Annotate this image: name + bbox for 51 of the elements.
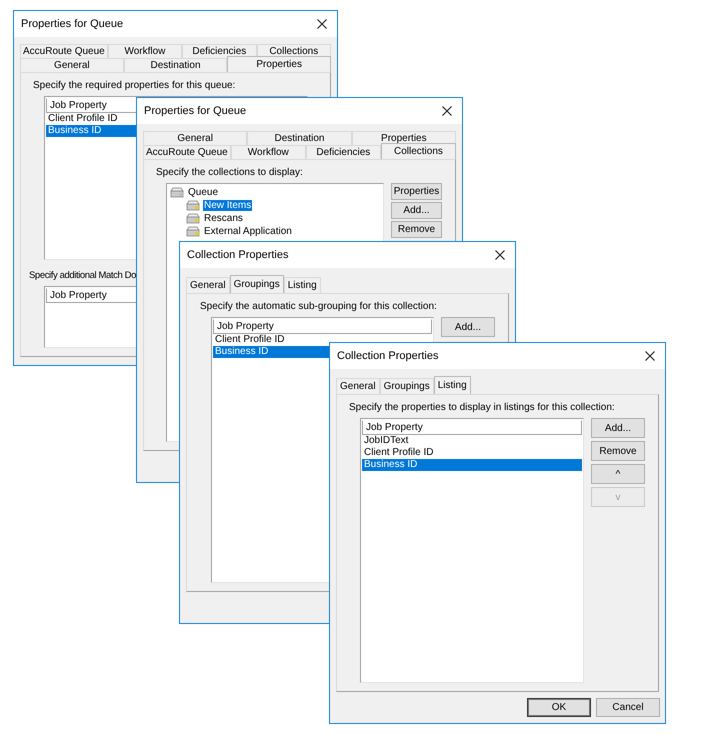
tree-item[interactable]: Queue xyxy=(187,187,220,198)
tab[interactable]: Collections xyxy=(380,143,456,159)
column-header[interactable]: Job Property xyxy=(362,420,582,435)
action-button[interactable]: Add... xyxy=(591,418,645,438)
tab[interactable]: Workflow xyxy=(108,44,182,58)
close-icon[interactable] xyxy=(495,250,505,260)
list-item[interactable]: Business ID xyxy=(362,459,582,471)
close-icon[interactable] xyxy=(645,351,655,361)
instruction-text: Specify additional Match Do xyxy=(29,270,137,281)
tab[interactable]: Groupings xyxy=(230,275,284,293)
close-icon[interactable] xyxy=(442,106,452,116)
tree-item[interactable]: Rescans xyxy=(203,213,244,224)
tab[interactable]: Destination xyxy=(124,58,228,72)
tree-item[interactable]: External Application xyxy=(203,226,293,237)
dialog-button[interactable]: OK xyxy=(527,698,591,717)
tab[interactable]: General xyxy=(20,58,124,72)
action-button[interactable]: ^ xyxy=(591,464,645,484)
window-title: Properties for Queue xyxy=(21,18,124,30)
close-icon[interactable] xyxy=(317,19,327,29)
tray-icon xyxy=(186,213,200,224)
tab[interactable]: Listing xyxy=(284,277,321,293)
tab[interactable]: General xyxy=(186,277,230,293)
column-header[interactable]: Job Property xyxy=(213,319,432,334)
tab[interactable]: Destination xyxy=(247,131,352,145)
tray-icon xyxy=(186,226,200,237)
tab[interactable]: Properties xyxy=(227,56,332,72)
property-list[interactable]: Job Property JobIDText Client Profile ID Business ID xyxy=(360,418,584,683)
tray-icon xyxy=(186,200,200,211)
action-button[interactable]: Add... xyxy=(441,317,495,337)
tab[interactable]: Listing xyxy=(434,376,471,394)
tab[interactable]: Workflow xyxy=(230,145,306,159)
tab[interactable]: Deficiencies xyxy=(306,145,381,159)
tab[interactable]: Deficiencies xyxy=(182,44,257,58)
tab[interactable]: General xyxy=(336,378,380,394)
window-title: Properties for Queue xyxy=(144,105,246,117)
action-button[interactable]: Remove xyxy=(591,441,645,461)
tree-item[interactable]: New Items xyxy=(203,200,252,211)
action-button[interactable]: Add... xyxy=(391,202,442,219)
tab[interactable]: AccuRoute Queue xyxy=(20,44,108,58)
instruction-text: Specify the required properties for this queue: xyxy=(33,80,236,91)
tab[interactable]: General xyxy=(143,131,248,145)
list-item[interactable]: Client Profile ID xyxy=(213,334,432,346)
action-button[interactable]: Properties xyxy=(391,183,442,200)
window-title: Collection Properties xyxy=(187,249,288,261)
tab[interactable]: Groupings xyxy=(380,378,434,394)
instruction-text: Specify the collections to display: xyxy=(156,167,304,178)
dialog-button[interactable]: Cancel xyxy=(596,698,660,717)
tray-icon xyxy=(170,187,184,198)
instruction-text: Specify the automatic sub-grouping for this collection: xyxy=(200,301,438,312)
action-button[interactable]: Remove xyxy=(391,221,442,238)
tab[interactable]: AccuRoute Queue xyxy=(143,145,231,159)
